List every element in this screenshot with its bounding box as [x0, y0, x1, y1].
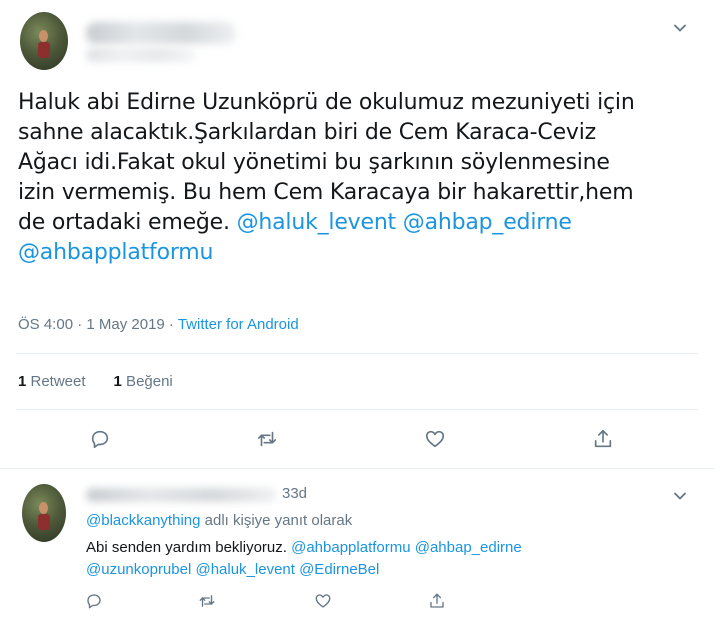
reply-context: @blackkanything adlı kişiye yanıt olarak — [86, 510, 352, 532]
reply-icon[interactable] — [88, 427, 112, 451]
tweet-actions — [0, 427, 714, 453]
mention-link[interactable]: @ahbapplatformu — [18, 240, 213, 265]
heart-icon[interactable] — [423, 427, 447, 451]
reply-to-handle[interactable]: @blackkanything — [86, 512, 200, 529]
tweet-stats: 1 Retweet 1 Beğeni — [18, 373, 173, 390]
divider — [16, 353, 698, 354]
tweet-text: Haluk abi Edirne Uzunköprü de okulumuz m… — [18, 88, 694, 268]
chevron-down-icon[interactable] — [672, 20, 688, 36]
retweet-stat[interactable]: 1 Retweet — [18, 373, 86, 390]
heart-icon[interactable] — [314, 592, 334, 612]
tweet-text-line: sahne alacaktık.Şarkılardan biri de Cem … — [18, 120, 596, 145]
tweet-text-line: de ortadaki emeğe. — [18, 210, 237, 235]
retweet-icon[interactable] — [255, 427, 279, 451]
reply-text: Abi senden yardım bekliyoruz. — [86, 539, 292, 556]
retweet-icon[interactable] — [198, 592, 218, 612]
share-icon[interactable] — [428, 592, 448, 612]
reply-text-line: Abi senden yardım bekliyoruz. @ahbapplat… — [86, 537, 522, 559]
like-label: Beğeni — [121, 373, 173, 390]
author-handle-blurred[interactable] — [86, 48, 196, 62]
tweet-source[interactable]: Twitter for Android — [178, 316, 299, 333]
mention-links[interactable]: @haluk_levent @ahbap_edirne — [237, 210, 572, 235]
reply-icon[interactable] — [85, 592, 105, 612]
author-name-blurred[interactable] — [86, 22, 236, 44]
tweet-text-line: Ağacı idi.Fakat okul yönetimi bu şarkını… — [18, 150, 610, 175]
tweet-text-line: Haluk abi Edirne Uzunköprü de okulumuz m… — [18, 90, 635, 115]
avatar[interactable] — [22, 484, 66, 542]
share-icon[interactable] — [591, 427, 615, 451]
reply-text-line: @uzunkoprubel @haluk_levent @EdirneBel — [86, 559, 379, 581]
tweet-text-line: izin vermemiş. Bu hem Cem Karacaya bir h… — [18, 180, 634, 205]
like-stat[interactable]: 1 Beğeni — [114, 373, 173, 390]
like-count: 1 — [113, 373, 122, 390]
reply-to-suffix: adlı kişiye yanıt olarak — [200, 512, 353, 529]
tweet-timestamp[interactable]: ÖS 4:00 · 1 May 2019 · — [18, 316, 178, 333]
retweet-label: Retweet — [26, 373, 86, 390]
tweet-meta: ÖS 4:00 · 1 May 2019 · Twitter for Andro… — [18, 316, 299, 333]
main-tweet: Haluk abi Edirne Uzunköprü de okulumuz m… — [0, 0, 714, 469]
reply-author-blurred[interactable] — [86, 488, 276, 502]
divider — [16, 409, 698, 410]
mention-links[interactable]: @ahbapplatformu @ahbap_edirne — [291, 539, 522, 556]
chevron-down-icon[interactable] — [672, 488, 688, 504]
mention-links[interactable]: @uzunkoprubel @haluk_levent @EdirneBel — [86, 561, 379, 578]
reply-age[interactable]: 33d — [282, 485, 307, 502]
avatar[interactable] — [20, 12, 68, 70]
